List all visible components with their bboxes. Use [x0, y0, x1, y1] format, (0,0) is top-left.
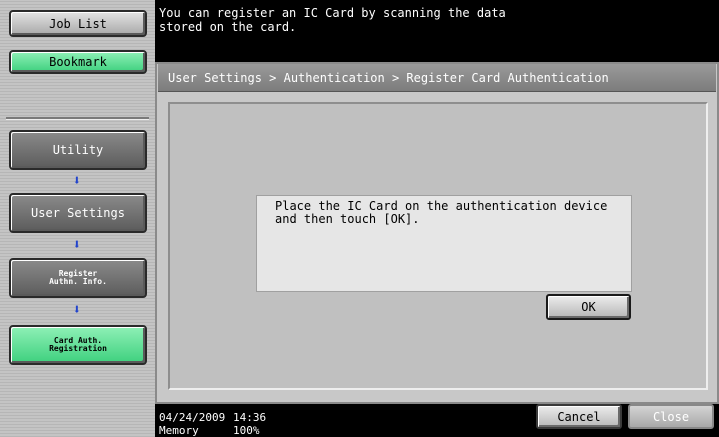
sidebar-divider [6, 117, 149, 119]
ok-button[interactable]: OK [546, 294, 631, 320]
status-date: 04/24/2009 [159, 411, 226, 424]
breadcrumb: User Settings > Authentication > Registe… [158, 64, 716, 92]
register-authn-info-button[interactable]: Register Authn. Info. [9, 258, 147, 298]
cancel-button[interactable]: Cancel [536, 404, 622, 429]
card-auth-registration-button[interactable]: Card Auth. Registration [9, 325, 147, 365]
close-button[interactable]: Close [628, 404, 714, 429]
down-arrow-icon: ⬇ [72, 302, 82, 318]
memory-label: Memory [159, 424, 199, 437]
user-settings-button[interactable]: User Settings [9, 193, 147, 233]
bookmark-button[interactable]: Bookmark [9, 50, 147, 74]
left-sidebar: Job List Bookmark Utility ⬇ User Setting… [0, 0, 155, 437]
instruction-message: You can register an IC Card by scanning … [159, 6, 506, 34]
utility-button[interactable]: Utility [9, 130, 147, 170]
down-arrow-icon: ⬇ [72, 237, 82, 253]
status-bar: 04/24/2009 14:36 Memory 100% [159, 412, 266, 436]
memory-value: 100% [233, 424, 260, 437]
dialog-message: Place the IC Card on the authentication … [275, 199, 608, 226]
status-time: 14:36 [233, 411, 267, 424]
down-arrow-icon: ⬇ [72, 173, 82, 189]
job-list-button[interactable]: Job List [9, 10, 147, 37]
